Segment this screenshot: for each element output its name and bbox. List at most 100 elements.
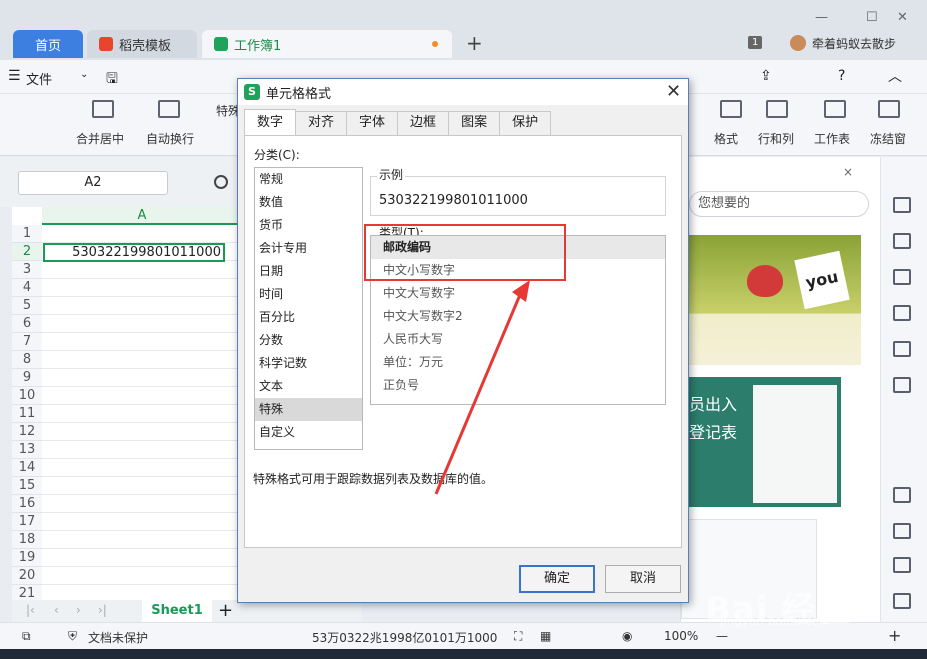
status-layout-icon[interactable]: ⧉ [22, 629, 31, 644]
grid-row[interactable] [42, 351, 242, 369]
row-header[interactable]: 4 [12, 279, 42, 297]
row-header[interactable]: 7 [12, 333, 42, 351]
grid-view-icon[interactable]: ▦ [540, 629, 551, 643]
tab-protect[interactable]: 保护 [499, 111, 552, 135]
row-header[interactable]: 8 [12, 351, 42, 369]
tab-number[interactable]: 数字 [244, 109, 297, 135]
sheet-tab-sheet1[interactable]: Sheet1 [142, 600, 212, 622]
category-item[interactable]: 数值 [255, 191, 362, 214]
zoom-out-icon[interactable]: — [716, 629, 728, 643]
category-item[interactable]: 百分比 [255, 306, 362, 329]
type-item[interactable]: 中文大写数字 [371, 282, 665, 305]
eye-protect-icon[interactable]: ◉ [622, 629, 632, 643]
save-icon[interactable]: 🖫 [106, 68, 118, 92]
chart-tool-icon[interactable] [893, 377, 911, 393]
category-item[interactable]: 会计专用 [255, 237, 362, 260]
category-list[interactable]: 常规 数值 货币 会计专用 日期 时间 百分比 分数 科学记数 文本 特殊 自定义 [254, 167, 363, 450]
zoom-lens-icon[interactable] [214, 175, 228, 189]
row-header[interactable]: 2 [12, 243, 42, 261]
type-item[interactable]: 单位：万元 [371, 351, 665, 374]
tab-workbook[interactable]: 工作簿1 [202, 30, 452, 58]
panel-close-icon[interactable]: × [843, 165, 853, 179]
grid-row[interactable] [42, 441, 242, 459]
style-tool-icon[interactable] [893, 269, 911, 285]
grid-row[interactable] [42, 261, 242, 279]
grid-row[interactable] [42, 225, 242, 243]
table-tool-icon[interactable] [893, 305, 911, 321]
picture-tool-icon[interactable] [893, 593, 911, 609]
grid-row[interactable] [42, 297, 242, 315]
apps-tool-icon[interactable] [893, 341, 911, 357]
category-item[interactable]: 自定义 [255, 421, 362, 444]
row-header[interactable]: 20 [12, 567, 42, 585]
tab-border[interactable]: 边框 [397, 111, 450, 135]
select-tool-icon[interactable] [893, 197, 911, 213]
tab-pattern[interactable]: 图案 [448, 111, 501, 135]
category-item[interactable]: 日期 [255, 260, 362, 283]
grid-row[interactable] [42, 333, 242, 351]
grid-row[interactable] [42, 315, 242, 333]
grid-row[interactable] [42, 477, 242, 495]
tab-home[interactable]: 首页 [13, 30, 83, 58]
category-item[interactable]: 时间 [255, 283, 362, 306]
grid-row[interactable] [42, 495, 242, 513]
minimize-icon[interactable]: — [815, 10, 828, 25]
zoom-in-icon[interactable]: + [888, 626, 901, 645]
template-thumb-love[interactable]: you [689, 235, 861, 365]
window-count-badge[interactable]: 1 [748, 36, 763, 49]
category-item[interactable]: 常规 [255, 168, 362, 191]
close-window-icon[interactable]: ✕ [897, 10, 908, 25]
row-header[interactable]: 12 [12, 423, 42, 441]
type-item[interactable]: 中文大写数字2 [371, 305, 665, 328]
prev-sheet-icon[interactable]: ‹ [54, 603, 59, 617]
avatar[interactable] [790, 35, 806, 51]
category-item[interactable]: 货币 [255, 214, 362, 237]
grid-row[interactable] [42, 567, 242, 585]
tab-font[interactable]: 字体 [346, 111, 399, 135]
cancel-button[interactable]: 取消 [605, 565, 681, 593]
row-header[interactable]: 19 [12, 549, 42, 567]
row-header[interactable]: 14 [12, 459, 42, 477]
help-icon[interactable]: ? [838, 68, 845, 84]
selected-cell-a2[interactable]: 530322199801011000 [43, 243, 225, 262]
format-button[interactable]: 格式 [714, 130, 738, 147]
row-header[interactable]: 10 [12, 387, 42, 405]
new-tab-plus-icon[interactable]: + [466, 31, 483, 55]
file-menu[interactable]: 文件 [26, 69, 52, 88]
grid-row[interactable] [42, 405, 242, 423]
row-header[interactable]: 11 [12, 405, 42, 423]
hamburger-icon[interactable]: ☰ [8, 68, 21, 84]
template-thumb-visitor[interactable]: 员出入 登记表 [681, 377, 841, 507]
shape-tool-icon[interactable] [893, 233, 911, 249]
category-item[interactable]: 科学记数 [255, 352, 362, 375]
user-name[interactable]: 牵着蚂蚁去散步 [812, 35, 896, 52]
grid-row[interactable] [42, 423, 242, 441]
last-sheet-icon[interactable]: ›| [98, 603, 107, 617]
row-header[interactable]: 15 [12, 477, 42, 495]
row-header[interactable]: 18 [12, 531, 42, 549]
row-header[interactable]: 1 [12, 225, 42, 243]
category-item[interactable]: 分数 [255, 329, 362, 352]
dialog-close-icon[interactable]: ✕ [666, 81, 681, 102]
grid-row[interactable] [42, 387, 242, 405]
row-header[interactable]: 9 [12, 369, 42, 387]
grid-row[interactable] [42, 513, 242, 531]
normal-view-icon[interactable]: ⛶ [514, 629, 522, 644]
tab-align[interactable]: 对齐 [295, 111, 348, 135]
row-header[interactable]: 13 [12, 441, 42, 459]
merge-center-button[interactable]: 合并居中 [76, 130, 124, 147]
share-icon[interactable]: ⇪ [760, 68, 772, 84]
doc-protect-status[interactable]: 文档未保护 [88, 629, 148, 646]
ok-button[interactable]: 确定 [519, 565, 595, 593]
zoom-level[interactable]: 100% [664, 629, 698, 643]
grid-row[interactable] [42, 549, 242, 567]
row-header[interactable]: 17 [12, 513, 42, 531]
row-header[interactable]: 16 [12, 495, 42, 513]
type-item[interactable]: 人民币大写 [371, 328, 665, 351]
type-item[interactable]: 正负号 [371, 374, 665, 397]
column-header-a[interactable]: A [42, 207, 242, 225]
grid-row[interactable] [42, 279, 242, 297]
worksheet-button[interactable]: 工作表 [814, 130, 850, 147]
share-tool-icon[interactable] [893, 523, 911, 539]
add-sheet-icon[interactable]: + [218, 600, 233, 621]
